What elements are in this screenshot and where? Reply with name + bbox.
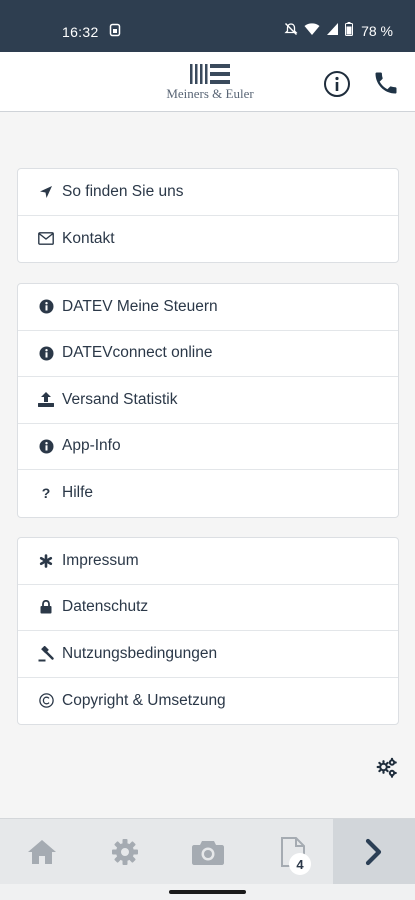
settings-icon xyxy=(112,839,138,865)
system-navigation-bar xyxy=(0,884,415,900)
signal-icon xyxy=(326,22,339,39)
phone-button[interactable] xyxy=(372,69,402,99)
info-button[interactable] xyxy=(322,69,352,99)
brand-logo: Meiners & Euler xyxy=(160,64,260,102)
home-icon xyxy=(28,840,56,864)
bottom-navigation xyxy=(0,818,415,885)
tab-next[interactable] xyxy=(333,819,415,885)
menu-item-label: Kontakt xyxy=(62,229,115,247)
lock-icon xyxy=(38,599,54,615)
tab-settings[interactable] xyxy=(103,819,147,885)
menu-item-datenschutz[interactable]: Datenschutz xyxy=(18,585,398,631)
menu-item-kontakt[interactable]: Kontakt xyxy=(18,216,398,263)
mute-icon xyxy=(284,22,298,39)
battery-icon xyxy=(345,22,354,39)
menu-group-legal: Impressum Datenschutz Nutzungsbedingunge… xyxy=(17,537,399,725)
battery-level: 78 % xyxy=(361,22,393,39)
menu-item-label: App-Info xyxy=(62,437,121,455)
chevron-right-icon xyxy=(365,838,382,866)
brand-name: Meiners & Euler xyxy=(166,86,254,101)
menu-item-hilfe[interactable]: ? Hilfe xyxy=(18,470,398,517)
menu-item-copyright-umsetzung[interactable]: Copyright & Umsetzung xyxy=(18,678,398,725)
advanced-settings-button[interactable] xyxy=(376,757,398,779)
app-header: Meiners & Euler xyxy=(0,52,415,112)
menu-item-label: DATEVconnect online xyxy=(62,344,213,362)
menu-item-label: Datenschutz xyxy=(62,598,149,616)
menu-item-versand-statistik[interactable]: Versand Statistik xyxy=(18,377,398,424)
gavel-icon xyxy=(38,645,54,662)
tab-documents[interactable] xyxy=(268,819,318,885)
menu-item-nutzungsbedingungen[interactable]: Nutzungsbedingungen xyxy=(18,631,398,678)
menu-group-info: DATEV Meine Steuern DATEVconnect online … xyxy=(17,283,399,518)
location-arrow-icon xyxy=(38,184,54,200)
menu-item-datev-meine-steuern[interactable]: DATEV Meine Steuern xyxy=(18,284,398,331)
menu-item-label: Versand Statistik xyxy=(62,390,178,408)
menu-item-so-finden-sie-uns[interactable]: So finden Sie uns xyxy=(18,169,398,216)
status-time: 16:32 xyxy=(62,24,99,40)
menu-item-label: Impressum xyxy=(62,551,139,569)
copyright-icon xyxy=(38,693,54,709)
upload-icon xyxy=(38,392,54,408)
home-gesture-pill[interactable] xyxy=(169,890,246,894)
tab-camera[interactable] xyxy=(186,819,230,885)
menu-item-impressum[interactable]: Impressum xyxy=(18,538,398,585)
documents-count-badge: 4 xyxy=(289,853,311,875)
info-circle-icon xyxy=(38,345,54,361)
asterisk-icon xyxy=(38,553,54,569)
menu-item-datevconnect-online[interactable]: DATEVconnect online xyxy=(18,331,398,377)
info-circle-icon xyxy=(38,299,54,315)
menu-item-label: DATEV Meine Steuern xyxy=(62,297,218,315)
logo-mark-icon xyxy=(190,64,230,84)
tab-home[interactable] xyxy=(20,819,64,885)
info-circle-icon xyxy=(38,438,54,454)
status-bar: 16:32 78 % xyxy=(0,0,415,52)
menu-item-label: Copyright & Umsetzung xyxy=(62,691,226,709)
sim-icon xyxy=(109,23,121,40)
menu-item-label: So finden Sie uns xyxy=(62,182,184,200)
envelope-icon xyxy=(38,231,54,247)
menu-item-label: Nutzungsbedingungen xyxy=(62,644,218,662)
wifi-icon xyxy=(304,22,320,39)
info-icon xyxy=(324,71,350,97)
menu-item-app-info[interactable]: App-Info xyxy=(18,424,398,470)
phone-icon xyxy=(375,72,397,94)
gears-icon xyxy=(376,757,397,778)
menu-group-location: So finden Sie uns Kontakt xyxy=(17,168,399,263)
question-icon: ? xyxy=(41,485,51,502)
menu-item-label: Hilfe xyxy=(62,484,94,502)
camera-icon xyxy=(192,841,224,865)
